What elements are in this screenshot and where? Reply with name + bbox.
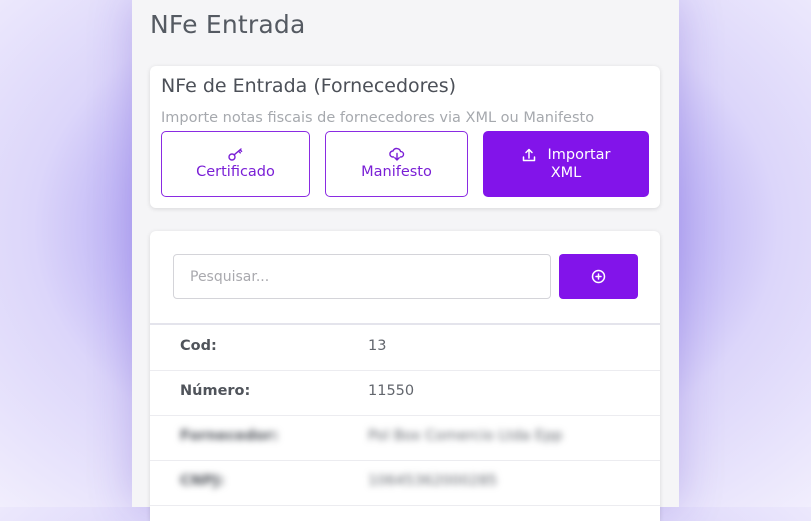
row-value: 11550 [368,383,415,399]
detail-row-fornecedor: Fornecedor: Pol Box Comercio Ltda Epp [150,415,660,461]
add-button[interactable] [559,254,638,299]
manifesto-label: Manifesto [361,164,432,180]
importar-label: Importar [547,147,611,163]
import-card-title: NFe de Entrada (Fornecedores) [161,75,457,97]
search-input[interactable] [173,254,551,299]
row-label: Número: [180,383,251,399]
row-value: 10645362000285 [368,473,498,489]
row-label: Fornecedor: [180,428,279,444]
key-icon [228,147,243,161]
detail-row-cnpj: CNPJ: 10645362000285 [150,460,660,506]
detail-row-cod: Cod: 13 [150,325,660,371]
detail-row-numero: Número: 11550 [150,370,660,416]
cloud-download-icon [388,147,405,161]
certificado-label: Certificado [196,163,275,180]
plus-circle-icon [591,269,606,284]
row-value: 13 [368,338,387,354]
upload-icon [522,148,536,162]
manifesto-button[interactable]: Manifesto [325,131,468,197]
certificado-button[interactable]: Certificado [161,131,310,197]
invoice-list-card: Cod: 13 Número: 11550 Fornecedor: Pol Bo… [150,231,660,521]
row-label: Cod: [180,338,217,354]
app-screen: NFe Entrada NFe de Entrada (Fornecedores… [132,0,679,521]
row-value: Pol Box Comercio Ltda Epp [368,428,563,444]
import-card: NFe de Entrada (Fornecedores) Importe no… [150,66,660,208]
row-label: CNPJ: [180,473,225,489]
import-card-subtitle: Importe notas fiscais de fornecedores vi… [161,110,595,126]
page-title: NFe Entrada [150,10,306,39]
importar-xml-button[interactable]: Importar XML [483,131,649,197]
xml-label: XML [550,165,582,181]
